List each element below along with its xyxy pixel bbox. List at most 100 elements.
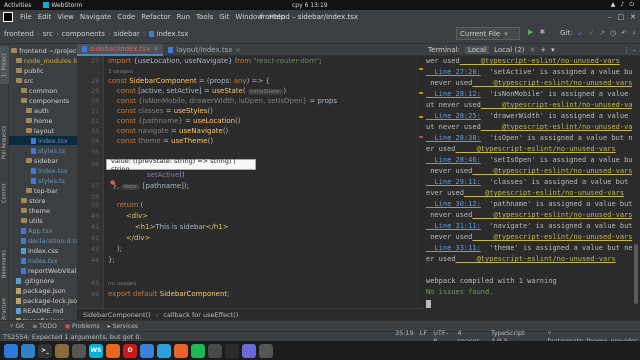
close-tab-icon[interactable]: ✕ (529, 46, 535, 54)
tree-file[interactable]: index.tsx (31, 166, 68, 175)
history-icon[interactable]: ◷ (610, 29, 616, 38)
tab-sidebar-index[interactable]: sidebar/index.tsx ✕ (77, 44, 164, 56)
close-tab-icon[interactable]: ✕ (235, 47, 240, 54)
tool-tab-git[interactable]: ⑂ Git (10, 323, 24, 330)
activities-button[interactable]: Activities (4, 2, 31, 9)
chevron-down-icon[interactable]: ▾ (551, 46, 555, 54)
disk-icon[interactable] (208, 343, 222, 358)
source-link[interactable]: Line 28:25: (426, 112, 480, 120)
tree-folder[interactable]: common (21, 86, 57, 95)
line-number-gutter[interactable]: 27 28 29 30 31 32 33 34 35 36 37 38 39 40 41 42 43 44 45 46 (77, 56, 104, 308)
menu-edit[interactable]: Edit (35, 13, 55, 21)
crumb-callback[interactable]: callback for useEffect() (163, 311, 238, 319)
eslint-rule-link[interactable]: @typescript-eslint/no-unused-vars (472, 233, 632, 241)
git-commit-icon[interactable]: ✓ (588, 29, 594, 38)
scrollbar-thumb[interactable] (634, 244, 638, 304)
git-update-icon[interactable]: ↙ (577, 29, 583, 38)
menu-refactor[interactable]: Refactor (138, 13, 173, 21)
add-terminal-icon[interactable]: + (540, 46, 546, 54)
menu-run[interactable]: Run (174, 13, 193, 21)
menu-view[interactable]: View (54, 13, 77, 21)
error-stripe-mark[interactable] (419, 136, 423, 138)
commit-tool-tab[interactable]: Commit (0, 178, 9, 208)
tree-file[interactable]: styles.ts (31, 146, 65, 155)
tree-file[interactable]: declaration.d.ts (21, 236, 77, 245)
source-link[interactable]: Line 29:11: (426, 178, 480, 186)
tree-folder[interactable]: src (16, 76, 34, 85)
tree-folder[interactable]: auth (26, 106, 49, 115)
project-tool-tab[interactable]: 1: Project (0, 46, 9, 84)
eslint-rule-link[interactable]: @typescript-eslint/no-unused-vars (456, 145, 616, 153)
minimize-panel-icon[interactable]: – (633, 46, 637, 54)
source-link[interactable]: Line 27:20: (426, 68, 480, 76)
tree-folder[interactable]: components (21, 96, 69, 105)
eslint-rule-link[interactable]: @typescript-eslint/no-unused-vars (472, 211, 632, 219)
webstorm-icon[interactable]: WS (89, 343, 103, 358)
tree-folder[interactable]: node_modules lib (16, 56, 77, 65)
warning-stripe-mark[interactable] (419, 92, 423, 94)
run-config-select[interactable]: Current File ▾ (456, 27, 520, 40)
status-message[interactable]: TS2554: Expected 1 arguments, but got 0. (3, 333, 142, 341)
obs-icon[interactable] (225, 343, 239, 358)
tree-file[interactable]: index.tsx (21, 256, 58, 265)
tree-file[interactable]: styles.ts (31, 176, 65, 185)
source-link[interactable]: Line 28:38: (426, 134, 480, 142)
tree-folder[interactable]: home (26, 116, 52, 125)
close-icon[interactable]: ✕ (630, 13, 636, 21)
eslint-rule-link[interactable]: @typescript-eslint/no-unused-vars (481, 101, 640, 109)
terminal-icon[interactable]: >_ (38, 343, 52, 358)
debug-icon[interactable]: ✱ (539, 28, 545, 36)
search-icon[interactable]: ⌕ (632, 29, 636, 38)
tool-tab-problems[interactable]: ● Problems (65, 323, 100, 330)
terminal-output[interactable]: wer used @typescript-eslint/no-unused-va… (424, 56, 640, 320)
source-link[interactable]: Line 33:11: (426, 244, 480, 252)
tree-file[interactable]: .gitignore (16, 276, 54, 285)
tree-file[interactable]: index.tsx (9, 136, 77, 145)
clock[interactable]: сру 6 13:19 (292, 2, 328, 9)
source-link[interactable]: Line 28:46: (426, 156, 480, 164)
git-push-icon[interactable]: ↗ (599, 29, 605, 38)
opera-icon[interactable]: O (123, 343, 137, 358)
source-link[interactable]: Line 30:12: (426, 200, 480, 208)
tool-tab-todo[interactable]: ≡ TODO (32, 323, 57, 330)
tree-folder[interactable]: frontend ~/project (11, 46, 77, 55)
crumb-sidebar[interactable]: sidebar (114, 30, 140, 38)
source-link[interactable]: Line 28:12: (426, 90, 480, 98)
menu-git[interactable]: Git (216, 13, 232, 21)
warning-stripe-mark[interactable] (419, 116, 423, 118)
crumb-component[interactable]: SidebarComponent() (83, 311, 151, 319)
telegram-icon[interactable] (157, 343, 171, 358)
tab-terminal-local[interactable]: Local (464, 45, 490, 54)
usages-hint[interactable]: no usages (108, 281, 136, 287)
tree-file[interactable]: App.tsx (21, 226, 53, 235)
menu-navigate[interactable]: Navigate (77, 13, 114, 21)
trash-icon[interactable] (259, 343, 273, 358)
maximize-icon[interactable]: □ (618, 13, 625, 21)
tree-folder[interactable]: store (21, 196, 45, 205)
chrome-icon[interactable] (4, 343, 18, 358)
crumb-components[interactable]: components (62, 30, 105, 38)
eslint-rule-link[interactable]: @typescript-eslint/no-unused-vars (472, 167, 632, 175)
tree-file[interactable]: package-lock.json (16, 296, 77, 305)
tool-tab-services[interactable]: ▸ Services (108, 323, 138, 330)
eslint-rule-link[interactable]: @typescript-eslint/no-unused-vars (464, 189, 624, 197)
firefox-icon[interactable] (106, 343, 120, 358)
run-icon[interactable]: ▶ (528, 28, 533, 36)
menu-tools[interactable]: Tools (193, 13, 216, 21)
vscode-icon[interactable] (21, 343, 35, 358)
menu-code[interactable]: Code (114, 13, 138, 21)
tab-layout-index[interactable]: layout/index.tsx ✕ (163, 44, 245, 56)
spotify-icon[interactable] (191, 343, 205, 358)
app-indicator[interactable]: WebStorm (43, 2, 83, 9)
tree-file[interactable]: package.json (16, 286, 66, 295)
eslint-rule-link[interactable]: @typescript-eslint/no-unused-vars (456, 255, 616, 263)
code-editor[interactable]: import {useLocation, useNavigate} from "… (104, 56, 416, 308)
eslint-rule-link[interactable]: @typescript-eslint/no-unused-vars (460, 57, 620, 65)
crumb-file[interactable]: index.tsx (157, 30, 189, 38)
crumb-src[interactable]: src (43, 30, 53, 38)
postman-icon[interactable] (174, 343, 188, 358)
pull-requests-tool-tab[interactable]: Pull Requests (0, 112, 9, 172)
settings-icon[interactable]: ⋮ (623, 46, 630, 54)
photos-icon[interactable] (242, 343, 256, 358)
bookmarks-tool-tab[interactable]: Bookmarks (0, 244, 9, 284)
